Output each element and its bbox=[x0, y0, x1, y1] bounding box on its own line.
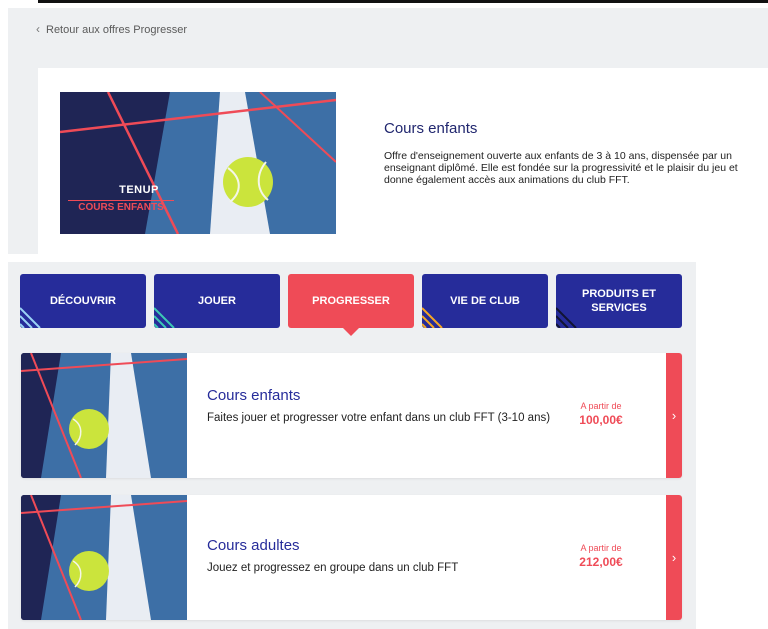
detail-card: TENUP COURS ENFANTS Cours enfants Offre … bbox=[38, 68, 768, 254]
tab-progresser[interactable]: PROGRESSER bbox=[288, 274, 414, 336]
tab-corner-decoration bbox=[20, 307, 41, 328]
top-bar bbox=[38, 0, 768, 8]
price-label: A partir de bbox=[580, 401, 622, 411]
detail-description: Offre d'enseignement ouverte aux enfants… bbox=[384, 150, 738, 186]
tab-label: DÉCOUVRIR bbox=[49, 295, 116, 307]
chevron-right-icon[interactable]: › bbox=[666, 353, 682, 478]
tab-corner-decoration bbox=[154, 307, 175, 328]
tab-produits-et-services[interactable]: PRODUITS ET SERVICES bbox=[556, 274, 682, 328]
offer-card-cours-adultes[interactable]: Cours adultes Jouez et progressez en gro… bbox=[21, 495, 682, 620]
chevron-right-icon[interactable]: › bbox=[666, 495, 682, 620]
offer-description: Jouez et progressez en groupe dans un cl… bbox=[207, 562, 459, 574]
top-strip bbox=[0, 0, 768, 8]
tab-decouvrir[interactable]: DÉCOUVRIR bbox=[20, 274, 146, 328]
offer-image bbox=[21, 495, 188, 620]
tab-label: PRODUITS ET SERVICES bbox=[582, 288, 656, 314]
tennis-ball-illustration bbox=[21, 353, 188, 478]
offer-image: TENUP COURS ENFANTS bbox=[60, 92, 336, 234]
offer-price: 212,00€ bbox=[579, 555, 623, 569]
price-label: A partir de bbox=[580, 543, 622, 553]
back-link[interactable]: ‹ Retour aux offres Progresser bbox=[36, 22, 187, 36]
offer-card-cours-enfants[interactable]: Cours enfants Faites jouer et progresser… bbox=[21, 353, 682, 478]
offer-detail-panel: ‹ Retour aux offres Progresser TENUP COUR… bbox=[8, 8, 768, 254]
image-caption: COURS ENFANTS bbox=[68, 200, 174, 213]
tennis-ball-illustration bbox=[21, 495, 188, 620]
tab-jouer[interactable]: JOUER bbox=[154, 274, 280, 328]
offers-panel: DÉCOUVRIR JOUER PROGRESSER VIE DE CLUB P… bbox=[8, 262, 696, 629]
offer-image bbox=[21, 353, 188, 478]
tab-label: JOUER bbox=[198, 295, 236, 307]
offer-price: 100,00€ bbox=[579, 413, 623, 427]
detail-title: Cours enfants bbox=[384, 120, 478, 137]
tab-label: VIE DE CLUB bbox=[450, 295, 520, 307]
tab-vie-de-club[interactable]: VIE DE CLUB bbox=[422, 274, 548, 328]
image-brand: TENUP bbox=[119, 184, 159, 196]
tab-label: PROGRESSER bbox=[312, 295, 390, 307]
offer-description: Faites jouer et progresser votre enfant … bbox=[207, 412, 551, 424]
chevron-left-icon: ‹ bbox=[36, 22, 40, 36]
offer-title: Cours adultes bbox=[207, 537, 300, 554]
back-link-label: Retour aux offres Progresser bbox=[46, 24, 188, 36]
offer-title: Cours enfants bbox=[207, 387, 301, 404]
